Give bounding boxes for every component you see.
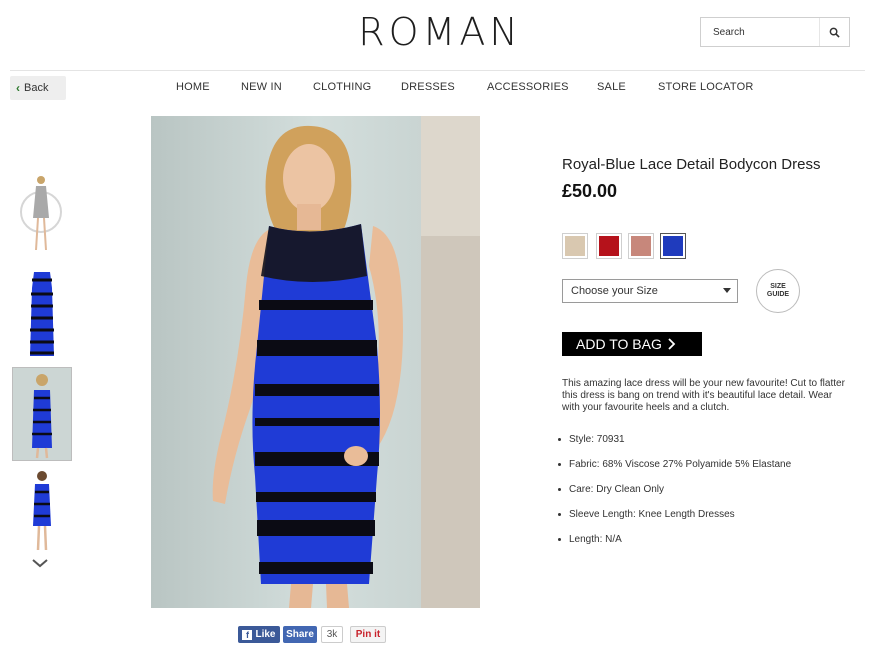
list-item: Length: N/A — [558, 534, 791, 559]
model-thumbnail-image — [33, 471, 51, 551]
chevron-right-icon — [668, 338, 676, 350]
list-item: Fabric: 68% Viscose 27% Polyamide 5% Ela… — [558, 459, 791, 484]
facebook-icon: f — [242, 629, 253, 640]
swatch-lace[interactable] — [562, 233, 588, 259]
search-box[interactable] — [700, 17, 850, 47]
search-input[interactable] — [701, 18, 819, 46]
size-guide-line2: GUIDE — [766, 291, 790, 298]
bullet-icon — [558, 438, 561, 441]
model-thumbnail-image — [13, 368, 71, 460]
product-description: This amazing lace dress will be your new… — [562, 378, 845, 413]
thumbnail-3-selected[interactable] — [12, 367, 72, 461]
nav-item-sale[interactable]: SALE — [597, 81, 626, 93]
caret-down-icon — [723, 288, 731, 293]
model-thumbnail-image — [20, 176, 62, 251]
product-main-image[interactable] — [151, 116, 480, 608]
bullet-icon — [558, 538, 561, 541]
thumbnail-4[interactable] — [12, 468, 72, 554]
size-guide-line1: SIZE — [770, 283, 786, 290]
size-select-value: Choose your Size — [571, 285, 658, 297]
chevron-down-icon[interactable] — [30, 557, 50, 569]
dress-thumbnail-image — [30, 272, 54, 356]
swatch-red[interactable] — [596, 233, 622, 259]
list-item: Style: 70931 — [558, 434, 791, 459]
bullet-icon — [558, 513, 561, 516]
facebook-like-button[interactable]: f Like — [238, 626, 280, 643]
facebook-share-button[interactable]: Share — [283, 626, 317, 643]
thumbnail-1[interactable] — [12, 170, 72, 256]
nav-item-accessories[interactable]: ACCESSORIES — [487, 81, 569, 93]
list-item: Care: Dry Clean Only — [558, 484, 791, 509]
list-item: Sleeve Length: Knee Length Dresses — [558, 509, 791, 534]
bullet-icon — [558, 463, 561, 466]
size-guide-button[interactable]: SIZE GUIDE — [756, 269, 800, 313]
thumbnail-2[interactable] — [12, 268, 72, 362]
nav-item-home[interactable]: HOME — [176, 81, 210, 93]
main-nav: HOME NEW IN CLOTHING DRESSES ACCESSORIES… — [0, 81, 880, 97]
model-wearing-dress-image — [151, 116, 480, 608]
bullet-icon — [558, 488, 561, 491]
nav-item-new-in[interactable]: NEW IN — [241, 81, 282, 93]
header-divider — [10, 70, 865, 71]
product-price: £50.00 — [562, 181, 618, 201]
nav-item-dresses[interactable]: DRESSES — [401, 81, 455, 93]
share-count-badge: 3k — [321, 626, 343, 643]
size-select[interactable]: Choose your Size — [562, 279, 738, 303]
add-to-bag-button[interactable]: ADD TO BAG — [562, 332, 702, 356]
search-icon[interactable] — [819, 18, 849, 46]
product-title: Royal-Blue Lace Detail Bodycon Dress — [562, 156, 821, 173]
swatch-pink[interactable] — [628, 233, 654, 259]
nav-item-clothing[interactable]: CLOTHING — [313, 81, 371, 93]
nav-item-store-locator[interactable]: STORE LOCATOR — [658, 81, 754, 93]
swatch-blue[interactable] — [660, 233, 686, 259]
pinterest-pin-button[interactable]: Pin it — [350, 626, 386, 643]
product-specs: Style: 70931 Fabric: 68% Viscose 27% Pol… — [558, 434, 791, 559]
add-to-bag-label: ADD TO BAG — [576, 336, 662, 352]
